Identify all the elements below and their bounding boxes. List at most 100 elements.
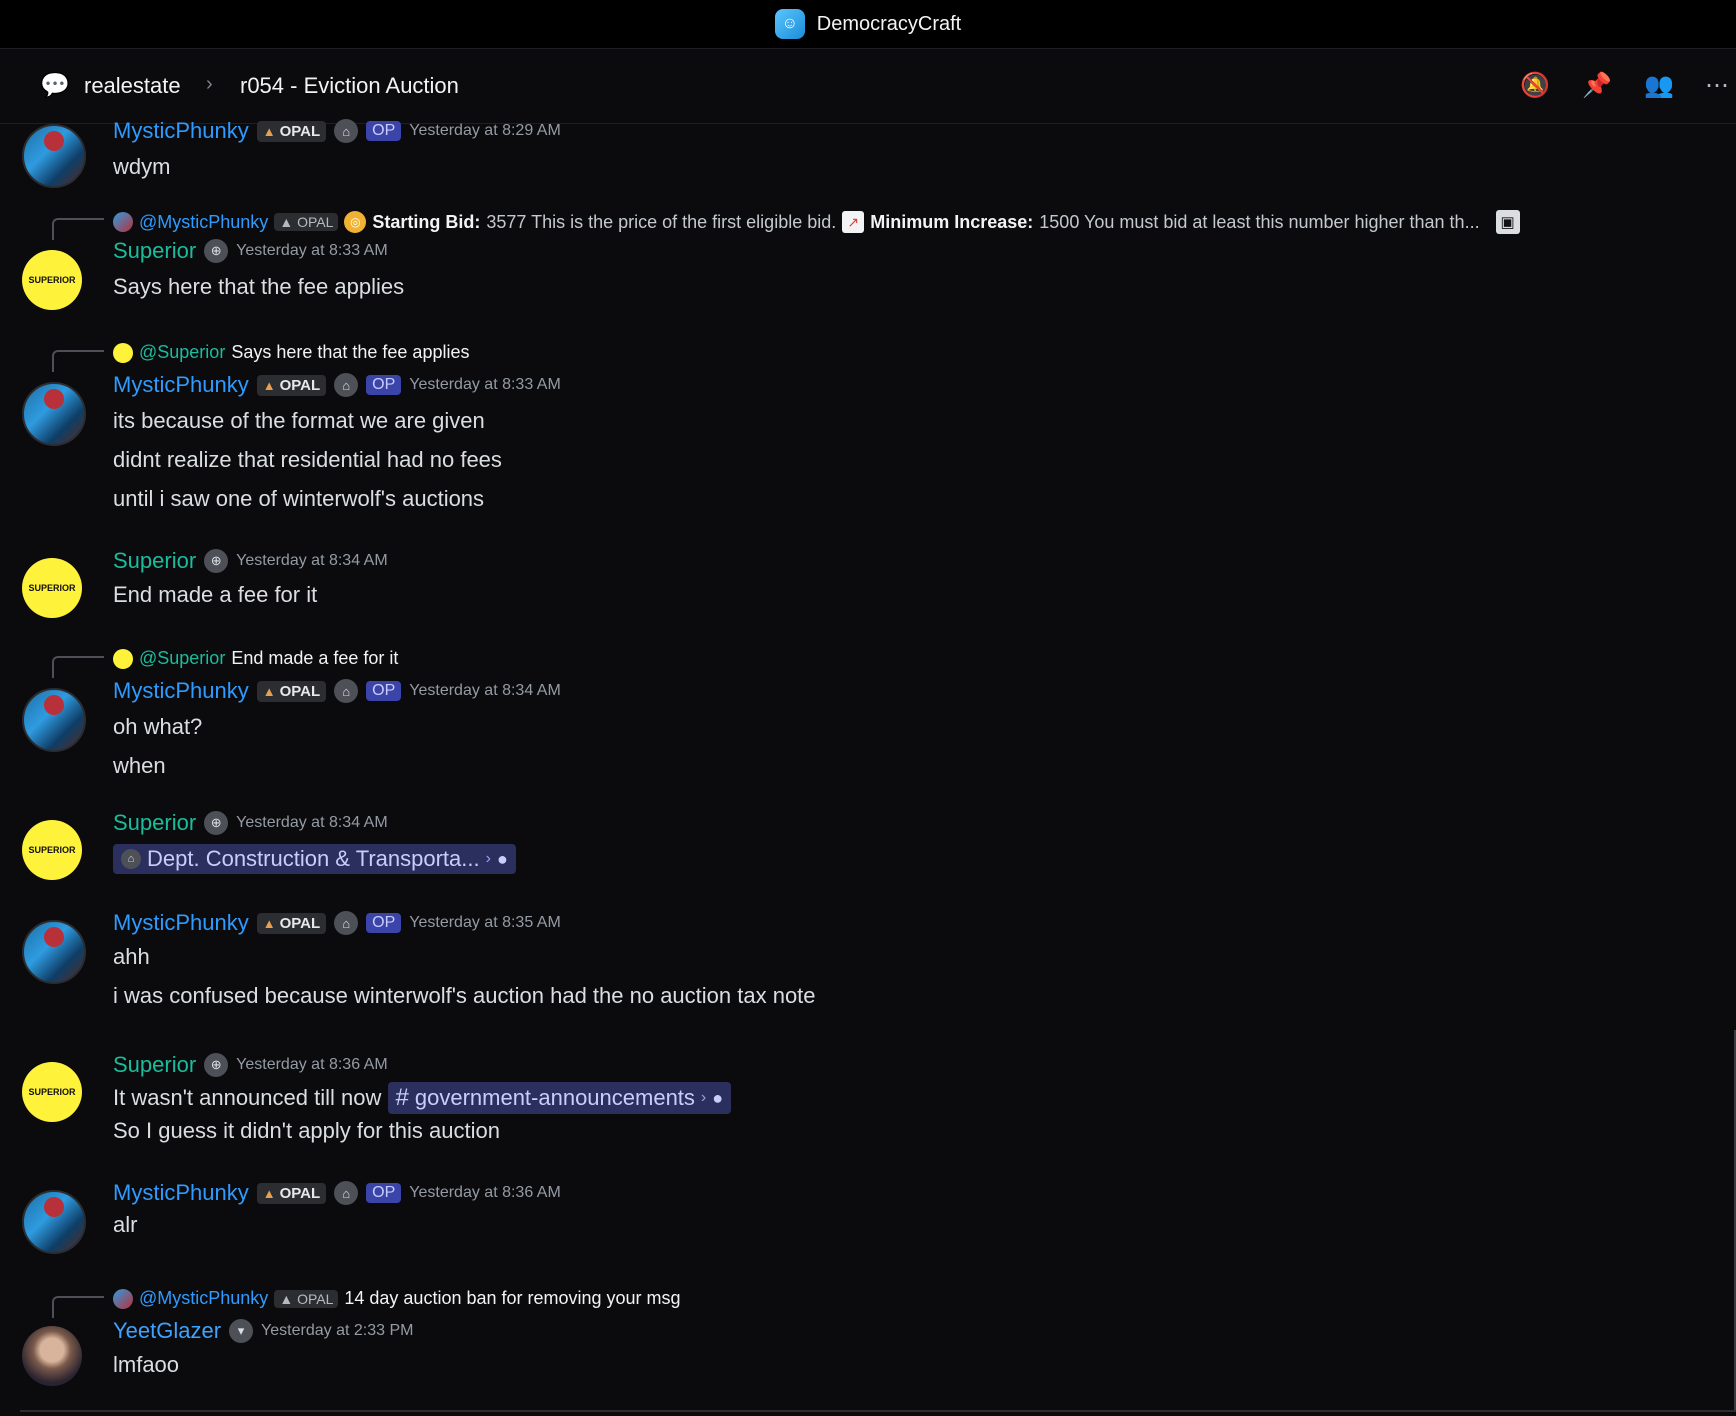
- opal-badge: ▲ OPAL: [274, 1289, 339, 1308]
- username[interactable]: MysticPhunky: [113, 678, 249, 704]
- coin-icon: ◎: [344, 211, 367, 233]
- reply-avatar: [113, 212, 133, 232]
- message-header: MysticPhunky ▲ OPAL ⌂ OP Yesterday at 8:3…: [113, 1180, 561, 1206]
- pin-icon[interactable]: 📌: [1582, 71, 1612, 101]
- channel-link-label: government-announcements: [414, 1085, 695, 1110]
- role-icon: ⌂: [334, 911, 359, 935]
- message-header: Superior ⊕ Yesterday at 8:34 AM: [113, 548, 388, 574]
- avatar[interactable]: SUPERIOR: [22, 558, 82, 618]
- avatar[interactable]: SUPERIOR: [22, 1062, 82, 1122]
- op-badge: OP: [366, 681, 402, 701]
- message-text: oh what?: [113, 714, 203, 739]
- members-icon[interactable]: 👥: [1644, 71, 1674, 101]
- message-text: It wasn't announced till now # governmen…: [113, 1082, 732, 1114]
- reply-author[interactable]: @MysticPhunky: [139, 1288, 268, 1309]
- avatar[interactable]: [22, 124, 86, 188]
- reply-connector: [52, 1296, 104, 1318]
- username[interactable]: YeetGlazer: [113, 1318, 221, 1344]
- hash-icon: #: [395, 1084, 409, 1111]
- message-text: ⌂ Dept. Construction & Transporta... › ●: [113, 842, 516, 874]
- opal-label: OPAL: [279, 914, 321, 932]
- avatar[interactable]: [22, 688, 86, 752]
- message-header: Superior ⊕ Yesterday at 8:36 AM: [113, 1052, 388, 1078]
- reply-preview[interactable]: @MysticPhunky ▲ OPAL ◎ Starting Bid: 357…: [113, 210, 1520, 234]
- timestamp: Yesterday at 8:33 AM: [409, 376, 561, 393]
- avatar[interactable]: SUPERIOR: [22, 820, 82, 880]
- starting-bid-label: Starting Bid:: [372, 211, 481, 232]
- reply-preview[interactable]: @Superior Says here that the fee applies: [113, 342, 469, 363]
- opal-label: OPAL: [279, 1184, 321, 1202]
- message-text: End made a fee for it: [113, 582, 318, 607]
- opal-badge: ▲ OPAL: [256, 120, 327, 142]
- opal-icon: ▲: [262, 377, 276, 393]
- thread-bubble-icon: ●: [712, 1087, 724, 1108]
- breadcrumb-separator: ›: [206, 73, 213, 95]
- notifications-off-icon[interactable]: 🔕: [1520, 71, 1550, 101]
- reply-author[interactable]: @MysticPhunky: [139, 212, 268, 233]
- username[interactable]: Superior: [113, 238, 196, 264]
- opal-icon: ▲: [262, 683, 276, 699]
- reply-connector: [52, 218, 104, 240]
- opal-label: OPAL: [297, 1290, 334, 1307]
- reply-text: End made a fee for it: [231, 648, 399, 668]
- username[interactable]: MysticPhunky: [113, 910, 249, 936]
- username[interactable]: Superior: [113, 810, 196, 836]
- message-text: i was confused because winterwolf's auct…: [113, 983, 816, 1008]
- opal-badge: ▲ OPAL: [256, 680, 327, 702]
- channel-link[interactable]: # government-announcements › ●: [387, 1082, 732, 1114]
- timestamp: Yesterday at 8:36 AM: [236, 1056, 388, 1073]
- message-text-segment: It wasn't announced till now: [113, 1085, 382, 1110]
- channel-icon: ⌂: [121, 849, 141, 869]
- avatar[interactable]: [22, 920, 86, 984]
- opal-badge: ▲ OPAL: [256, 912, 327, 934]
- message-header: MysticPhunky ▲ OPAL ⌂ OP Yesterday at 8:2…: [113, 118, 561, 144]
- divider: [20, 1410, 1736, 1412]
- timestamp: Yesterday at 8:34 AM: [409, 682, 561, 699]
- reply-connector: [52, 656, 104, 678]
- avatar[interactable]: [22, 382, 86, 446]
- timestamp: Yesterday at 8:36 AM: [409, 1184, 561, 1201]
- reply-author[interactable]: @Superior: [139, 342, 225, 363]
- reply-author[interactable]: @Superior: [139, 648, 225, 669]
- op-badge: OP: [366, 913, 402, 933]
- reply-preview[interactable]: @Superior End made a fee for it: [113, 648, 398, 669]
- opal-icon: ▲: [262, 1185, 276, 1201]
- title-bar: ☺ DemocracyCraft: [0, 0, 1736, 49]
- role-icon: ⊕: [204, 239, 229, 263]
- role-icon: ⌂: [334, 679, 359, 703]
- timestamp: Yesterday at 8:34 AM: [236, 814, 388, 831]
- op-badge: OP: [366, 121, 402, 141]
- role-icon: ⊕: [204, 811, 229, 835]
- username[interactable]: MysticPhunky: [113, 118, 249, 144]
- minimum-increase-label: Minimum Increase:: [870, 211, 1034, 232]
- avatar[interactable]: [22, 1326, 82, 1386]
- app-logo-icon: ☺: [774, 9, 805, 39]
- username[interactable]: Superior: [113, 548, 196, 574]
- username[interactable]: MysticPhunky: [113, 1180, 249, 1206]
- avatar[interactable]: [22, 1190, 86, 1254]
- thread-bubble-icon: ●: [496, 848, 508, 869]
- username[interactable]: MysticPhunky: [113, 372, 249, 398]
- chart-increasing-icon: ↗: [842, 211, 865, 233]
- username[interactable]: Superior: [113, 1052, 196, 1078]
- reply-avatar: [113, 1288, 133, 1309]
- message-header: Superior ⊕ Yesterday at 8:33 AM: [113, 238, 388, 264]
- role-icon: ⌂: [334, 119, 359, 143]
- message-text: alr: [113, 1212, 138, 1237]
- message-header: Superior ⊕ Yesterday at 8:34 AM: [113, 810, 388, 836]
- message-header: MysticPhunky ▲ OPAL ⌂ OP Yesterday at 8:3…: [113, 910, 561, 936]
- channel-link[interactable]: ⌂ Dept. Construction & Transporta... › ●: [113, 844, 516, 874]
- opal-badge: ▲ OPAL: [256, 374, 327, 396]
- opal-badge: ▲ OPAL: [256, 1182, 327, 1204]
- role-icon: ▾: [229, 1319, 254, 1343]
- breadcrumb-thread: r054 - Eviction Auction: [240, 73, 459, 98]
- app-title: DemocracyCraft: [816, 12, 962, 35]
- reply-preview[interactable]: @MysticPhunky ▲ OPAL 14 day auction ban …: [113, 1288, 681, 1309]
- chevron-right-icon: ›: [485, 850, 491, 867]
- more-icon[interactable]: ⋯: [1702, 71, 1732, 101]
- breadcrumb-forum[interactable]: realestate: [84, 73, 181, 99]
- reply-text: 14 day auction ban for removing your msg: [344, 1288, 681, 1308]
- opal-label: OPAL: [279, 376, 321, 394]
- avatar[interactable]: SUPERIOR: [22, 250, 82, 310]
- starting-bid-text: 3577 This is the price of the first elig…: [486, 211, 837, 232]
